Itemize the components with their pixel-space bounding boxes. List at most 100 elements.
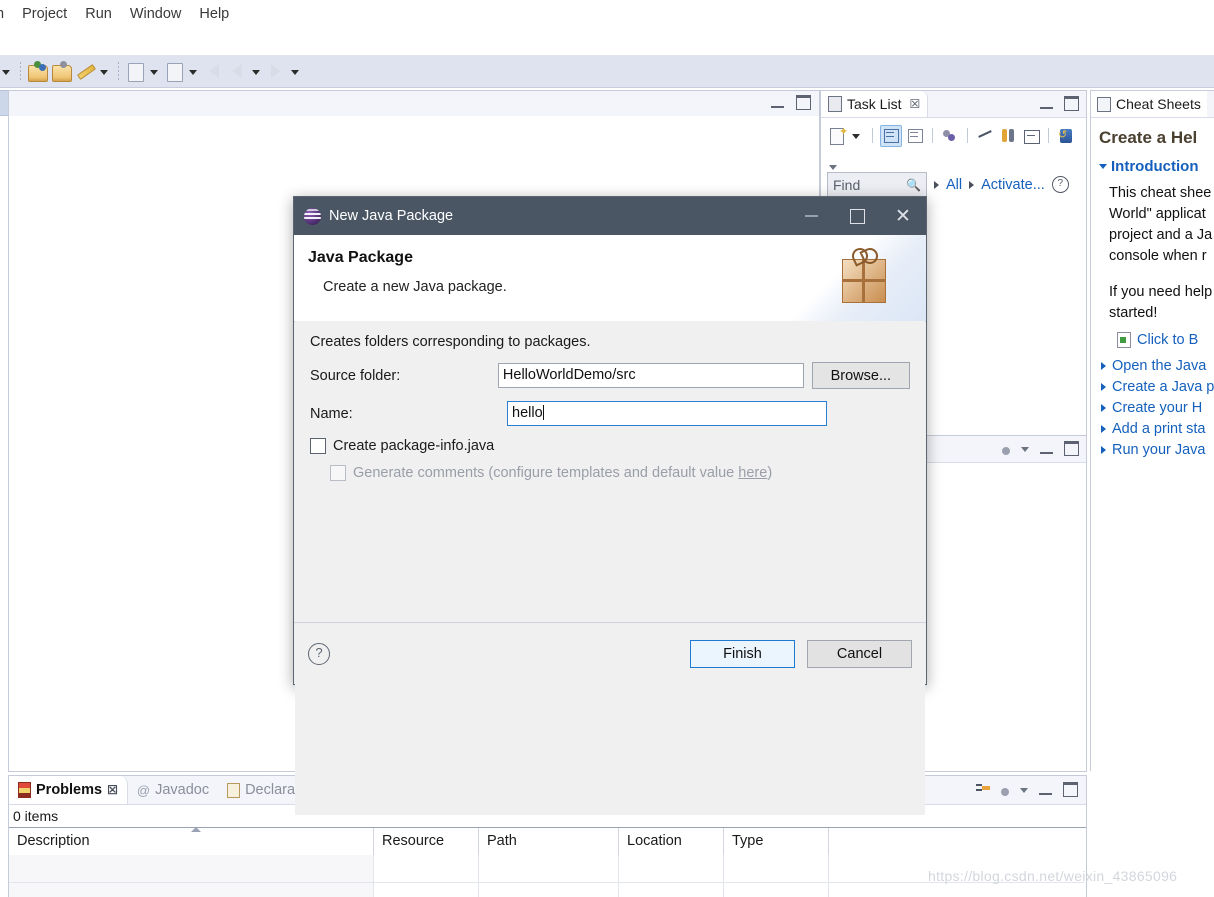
menu-item-run[interactable]: Run: [76, 0, 121, 28]
dialog-title-bar[interactable]: New Java Package ✕: [294, 197, 926, 235]
open-type-icon[interactable]: [27, 60, 49, 82]
help-icon[interactable]: ?: [1051, 176, 1069, 193]
minimize-button[interactable]: [788, 197, 834, 235]
cheat-sheet-step-4[interactable]: Run your Java: [1101, 442, 1214, 458]
sort-ascending-icon: [191, 827, 201, 832]
scheduled-presentation-icon[interactable]: [905, 126, 925, 146]
search-icon[interactable]: 🔍: [906, 178, 921, 192]
minimize-icon[interactable]: [1040, 443, 1053, 454]
column-header-type[interactable]: Type: [724, 828, 829, 855]
tab-javadoc[interactable]: @ Javadoc: [128, 776, 218, 804]
maximize-icon[interactable]: [1064, 96, 1079, 111]
dropdown-arrow-icon[interactable]: [150, 69, 158, 75]
close-icon[interactable]: ☒: [909, 97, 920, 111]
table-row[interactable]: [9, 855, 1086, 883]
eclipse-icon: [304, 207, 321, 225]
view-menu-icon[interactable]: [1001, 787, 1009, 796]
create-package-info-checkbox[interactable]: [310, 438, 326, 454]
export-icon[interactable]: [164, 60, 186, 82]
text-caret: [542, 405, 544, 420]
save-icon[interactable]: [125, 60, 147, 82]
column-header-path[interactable]: Path: [479, 828, 619, 855]
table-row[interactable]: [9, 883, 1086, 897]
tab-task-list[interactable]: Task List ☒: [821, 91, 929, 117]
dropdown-arrow-icon[interactable]: [100, 69, 108, 75]
view-menu-icon[interactable]: [829, 164, 837, 170]
open-resource-icon[interactable]: [51, 60, 73, 82]
cheat-sheet-step-3[interactable]: Add a print sta: [1101, 421, 1214, 437]
help-icon[interactable]: ?: [308, 642, 330, 665]
package-name-value: hello: [512, 405, 543, 421]
finish-button[interactable]: Finish: [690, 639, 795, 668]
package-name-input[interactable]: hello: [507, 401, 827, 426]
create-package-info-row[interactable]: Create package-info.java: [310, 438, 910, 454]
browse-button[interactable]: Browse...: [811, 362, 910, 389]
task-list-icon: [828, 96, 842, 112]
menu-item-window[interactable]: Window: [121, 0, 191, 28]
cheat-sheet-step-2[interactable]: Create your H: [1101, 400, 1214, 416]
tab-cheat-sheets[interactable]: Cheat Sheets: [1091, 91, 1207, 117]
focus-on-workweek-icon[interactable]: [940, 126, 960, 146]
source-folder-input[interactable]: HelloWorldDemo/src: [497, 363, 804, 388]
restore-tasks-icon[interactable]: ↺: [1056, 126, 1076, 146]
dropdown-arrow-icon[interactable]: [252, 69, 260, 75]
menu-item-help[interactable]: Help: [190, 0, 238, 28]
search-input[interactable]: Find 🔍: [827, 172, 927, 197]
synchronize-changed-icon[interactable]: [975, 126, 995, 146]
dialog-footer: ? Finish Cancel: [294, 622, 926, 684]
maximize-icon[interactable]: [1064, 441, 1079, 456]
cheat-sheets-view: Cheat Sheets Create a Hel Introduction T…: [1090, 90, 1214, 771]
minimize-icon[interactable]: [771, 97, 784, 108]
show-all-tasks-icon[interactable]: [998, 126, 1018, 146]
package-name-row: Name: hello: [310, 401, 910, 426]
task-list-filter-row: Find 🔍 All Activate... ?: [821, 172, 1086, 197]
cheat-sheet-step-1[interactable]: Create a Java p: [1101, 379, 1214, 395]
column-header-description[interactable]: Description: [9, 827, 374, 855]
toolbar-separator: [1048, 128, 1049, 143]
cheat-sheet-step-0[interactable]: Open the Java: [1101, 358, 1214, 374]
back-annotation-icon[interactable]: [203, 60, 225, 82]
view-menu-icon[interactable]: [1002, 446, 1010, 455]
dialog-title: New Java Package: [329, 208, 454, 224]
close-icon[interactable]: ☒: [107, 783, 118, 797]
tab-problems[interactable]: Problems ☒: [9, 776, 128, 804]
minimize-icon[interactable]: [1039, 784, 1052, 795]
column-header-location[interactable]: Location: [619, 828, 724, 855]
column-header-resource[interactable]: Resource: [374, 828, 479, 855]
cheat-sheet-click-action[interactable]: Click to B: [1117, 332, 1214, 348]
close-button[interactable]: ✕: [880, 197, 926, 235]
dropdown-arrow-icon[interactable]: [852, 134, 860, 139]
back-arrow-icon[interactable]: [227, 60, 249, 82]
templates-link[interactable]: here: [738, 465, 767, 481]
problems-icon: [18, 782, 31, 798]
view-dropdown-icon[interactable]: [1020, 788, 1028, 793]
source-folder-label: Source folder:: [310, 367, 401, 384]
minimize-icon[interactable]: [1040, 98, 1053, 109]
collapse-all-icon[interactable]: [1021, 126, 1041, 146]
edit-icon[interactable]: [75, 60, 97, 82]
maximize-button[interactable]: [834, 197, 880, 235]
cheat-sheet-section-introduction[interactable]: Introduction: [1099, 158, 1214, 175]
new-task-icon[interactable]: ✦: [827, 126, 848, 146]
editor-view-controls: [771, 95, 811, 110]
group-by-icon[interactable]: [976, 783, 990, 796]
click-to-begin-link[interactable]: Click to B: [1137, 332, 1198, 348]
menu-item-clipped[interactable]: n: [0, 0, 13, 28]
chevron-right-icon: [1101, 383, 1106, 391]
dropdown-arrow-icon[interactable]: [2, 69, 10, 75]
forward-arrow-icon[interactable]: [266, 60, 288, 82]
maximize-icon[interactable]: [796, 95, 811, 110]
view-dropdown-icon[interactable]: [1021, 447, 1029, 452]
toolbar-separator: [118, 62, 119, 80]
chevron-right-icon: [969, 180, 975, 189]
menu-item-project[interactable]: Project: [13, 0, 76, 28]
breadcrumb-all[interactable]: All: [946, 177, 962, 193]
maximize-icon[interactable]: [1063, 782, 1078, 797]
breadcrumb-activate[interactable]: Activate...: [981, 177, 1045, 193]
categorized-presentation-icon[interactable]: [880, 124, 902, 147]
cancel-button[interactable]: Cancel: [807, 639, 912, 668]
dropdown-arrow-icon[interactable]: [291, 69, 299, 75]
cheat-sheets-tab-bar: Cheat Sheets: [1091, 91, 1214, 118]
dropdown-arrow-icon[interactable]: [189, 69, 197, 75]
task-list-tab-bar: Task List ☒: [821, 91, 1086, 118]
